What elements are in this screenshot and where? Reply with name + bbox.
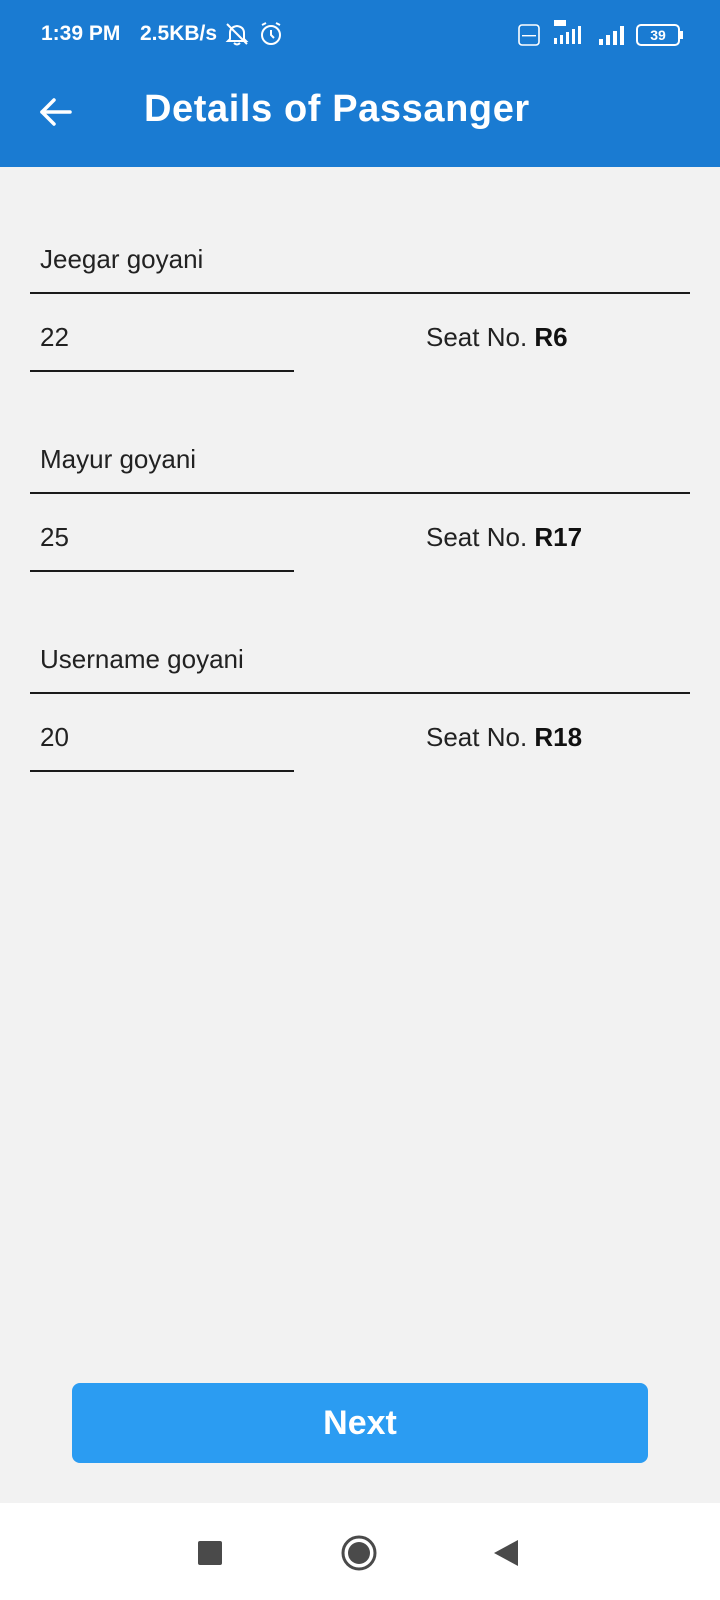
seat-label: Seat No.	[426, 522, 528, 552]
seat-value: R17	[534, 522, 583, 552]
passenger-age: 20	[40, 722, 69, 752]
seat-value: R6	[534, 322, 568, 352]
signal-4g-icon	[552, 20, 588, 52]
app-bar: 1:39 PM 2.5KB/s 39 Details of Passanger	[0, 0, 720, 167]
alarm-icon	[258, 21, 284, 53]
passenger-name: Mayur goyani	[40, 444, 197, 474]
next-button[interactable]: Next	[72, 1383, 648, 1463]
status-bar: 1:39 PM 2.5KB/s 39	[0, 0, 720, 70]
passenger-age: 22	[40, 322, 69, 352]
passenger-age-field[interactable]: 22	[30, 310, 294, 372]
recents-icon[interactable]	[198, 1541, 222, 1565]
passenger-name-field[interactable]: Username goyani	[30, 632, 690, 694]
arrow-left-icon	[40, 98, 72, 126]
passenger-card: Mayur goyani 25 Seat No. R17	[0, 432, 720, 612]
passenger-name: Jeegar goyani	[40, 244, 204, 274]
passenger-age-field[interactable]: 25	[30, 510, 294, 572]
passenger-card: Jeegar goyani 22 Seat No. R6	[0, 232, 720, 412]
seat-number: Seat No. R18	[426, 722, 582, 753]
seat-value: R18	[534, 722, 583, 752]
seat-label: Seat No.	[426, 322, 528, 352]
battery-icon: 39	[636, 24, 684, 52]
seat-label: Seat No.	[426, 722, 528, 752]
seat-number: Seat No. R17	[426, 522, 582, 553]
page-title: Details of Passanger	[144, 88, 530, 130]
status-time: 1:39 PM	[41, 22, 121, 45]
bell-off-icon	[224, 21, 250, 53]
signal-icon	[598, 24, 628, 52]
back-icon[interactable]	[492, 1538, 520, 1573]
passenger-card: Username goyani 20 Seat No. R18	[0, 632, 720, 812]
passenger-name-field[interactable]: Mayur goyani	[30, 432, 690, 494]
seat-number: Seat No. R6	[426, 322, 568, 353]
status-network-speed: 2.5KB/s	[140, 22, 218, 45]
passenger-age-field[interactable]: 20	[30, 710, 294, 772]
passenger-name: Username goyani	[40, 644, 244, 674]
passenger-name-field[interactable]: Jeegar goyani	[30, 232, 690, 294]
volte-icon	[518, 24, 540, 52]
battery-level: 39	[650, 27, 666, 43]
home-icon[interactable]	[340, 1534, 378, 1577]
back-button[interactable]	[36, 92, 76, 132]
passenger-age: 25	[40, 522, 69, 552]
